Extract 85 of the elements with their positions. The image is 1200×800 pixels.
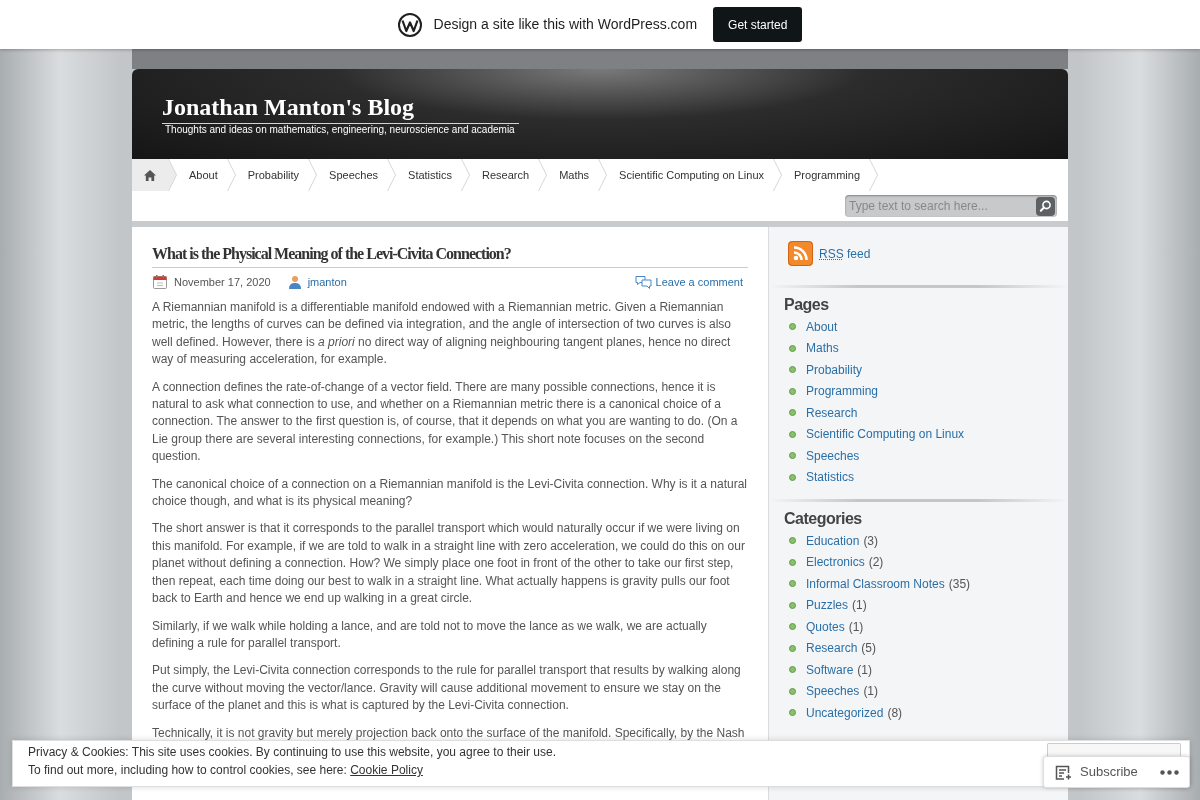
rss-icon[interactable] (788, 241, 813, 266)
home-link[interactable] (132, 159, 177, 191)
sidebar-link[interactable]: Speeches (806, 682, 860, 701)
chevron-icon (598, 159, 608, 191)
post-paragraph: A Riemannian manifold is a differentiable manifold endowed with a Riemannian metric. Given a Riemannian metric, the lengths of curves can be defined via integration, and the angle of intersection of two curves is also well defined. However, there is a priori no direct way of aligning neighbouring tangent planes, hence no direct way of measuring acceleration, for example. (152, 299, 732, 369)
sidebar-link[interactable]: Software (806, 660, 854, 679)
sidebar-link[interactable]: About (806, 317, 838, 336)
comment-link[interactable]: Leave a comment (655, 273, 743, 291)
sidebar-link[interactable]: Quotes (806, 617, 845, 636)
sidebar-link[interactable]: Research (806, 639, 858, 658)
bullet-icon (789, 623, 796, 631)
chevron-icon (308, 159, 318, 191)
sidebar-link[interactable]: Probability (806, 360, 863, 379)
bullet-icon (789, 473, 796, 481)
promo-text: Design a site like this with WordPress.com (433, 15, 698, 34)
author-link[interactable]: jmanton (307, 273, 347, 291)
chevron-icon (538, 159, 548, 191)
post-paragraph: Technically, it is not gravity but merely projection back onto the surface of the manifold. Specifically, by the Nash (152, 724, 746, 742)
post-count: (1) (848, 618, 864, 636)
search-icon[interactable] (1036, 196, 1055, 216)
post-paragraph: Similarly, if we walk while holding a lance, and are told not to move the lance as we walk, we are actually defining a rule for parallel transport. (152, 617, 708, 652)
sidebar-link[interactable]: Maths (806, 339, 839, 358)
chevron-icon (226, 159, 236, 191)
post-date: November 17, 2020 (174, 274, 271, 290)
bullet-icon (789, 323, 796, 331)
post-paragraph: Put simply, the Levi-Civita connection corresponds to the rule for parallel transport that results by walking along the curve without moving the vector/lance. Gravity will cause additional movement to ensure we stay on the surface of the planet and this is what is captured by the Levi-Civita connection. (152, 662, 742, 715)
bullet-icon (789, 644, 796, 652)
post-paragraph: A connection defines the rate-of-change of a vector field. There are many possible connections, hence it is natural to ask what connection to use, and whether on a Riemannian metric there is a canonical choice of a connection. The answer to the first question is, of course, that it depends on what you are wanting to do. (On a Lie group there are several interesting connections, for example.) This short note focuses on the second question. (152, 378, 739, 466)
chevron-icon (773, 159, 783, 191)
bullet-icon (789, 666, 796, 674)
bullet-icon (789, 558, 796, 566)
post-count: (35) (948, 575, 971, 593)
sidebar-link[interactable]: Education (806, 531, 860, 550)
bullet-icon (789, 344, 796, 352)
widget-title: Categories (784, 509, 863, 529)
sidebar-link[interactable]: Puzzles (806, 596, 849, 615)
bullet-icon (789, 366, 796, 374)
sidebar-link[interactable]: Research (806, 403, 858, 422)
chevron-icon (387, 159, 397, 191)
blog-tagline: Thoughts and ideas on mathematics, engineering, neuroscience and academia (164, 124, 516, 136)
person-icon (287, 275, 302, 289)
cookie-info-text: To find out more, including how to control cookies, see here: Cookie Policy (28, 762, 423, 779)
post-paragraph: The canonical choice of a connection on a Riemannian manifold is the Levi-Civita connection. Why is it a natural choice though, and what is its physical meaning? (152, 475, 748, 511)
bullet-icon (789, 409, 796, 417)
post-count: (1) (863, 683, 879, 701)
rss-link[interactable]: RSS feed (819, 244, 871, 263)
get-started-button[interactable]: Get started (713, 7, 803, 42)
bullet-icon (789, 687, 796, 695)
search-field[interactable]: Type text to search here... (845, 195, 1057, 217)
more-icon[interactable] (1160, 769, 1179, 775)
post-count: (1) (852, 597, 867, 615)
bullet-icon (789, 430, 796, 438)
chevron-icon (869, 159, 879, 191)
home-icon (144, 169, 156, 181)
sidebar-link[interactable]: Programming (806, 382, 879, 401)
sidebar-link[interactable]: Electronics (806, 553, 865, 572)
logo-icon (397, 12, 422, 37)
chevron-icon (461, 159, 471, 191)
bullet-icon (789, 537, 796, 545)
widget-title: Pages (784, 295, 830, 315)
post-count: (5) (861, 640, 877, 658)
sidebar-link[interactable]: Speeches (806, 446, 860, 465)
post-count: (8) (887, 704, 903, 722)
subscribe-icon (1055, 764, 1072, 780)
bullet-icon (789, 387, 796, 395)
bullet-icon (789, 452, 796, 460)
blog-title[interactable]: Jonathan Manton's Blog (162, 93, 415, 121)
post-count: (3) (863, 532, 879, 550)
calendar-icon (153, 275, 167, 289)
post-title[interactable]: What is the Physical Meaning of the Levi-Civita Connection? (152, 244, 748, 264)
subscribe-button[interactable]: Subscribe (1044, 762, 1138, 782)
cookie-notice: Privacy & Cookies: This site uses cookies. By continuing to use this website, you agree to their use. (28, 744, 557, 761)
chevron-icon (168, 159, 177, 191)
bullet-icon (789, 709, 796, 717)
bullet-icon (789, 580, 796, 588)
cookie-policy-link[interactable]: Cookie Policy (350, 763, 423, 777)
post-count: (1) (857, 661, 873, 679)
bullet-icon (789, 601, 796, 609)
post-count: (2) (868, 554, 884, 572)
sidebar-link[interactable]: Uncategorized (806, 703, 884, 722)
post-paragraph: The short answer is that it corresponds to the parallel transport which would naturally occur if we were living on this manifold. For example, if we are told to walk in a straight line with zero acceleration, we could do this on our planet without defining a connection. How? We simply place one foot in front of the other to take our first step, then repeat, each time doing our best to walk in a straight line. What actually happens is gravity pulls our foot back to Earth and hence we end up walking in a great circle. (152, 520, 746, 608)
comment-icon (634, 275, 652, 289)
sidebar-link[interactable]: Statistics (806, 468, 854, 487)
sidebar-link[interactable]: Scientific Computing on Linux (806, 425, 965, 444)
sidebar-link[interactable]: Informal Classroom Notes (806, 574, 945, 593)
